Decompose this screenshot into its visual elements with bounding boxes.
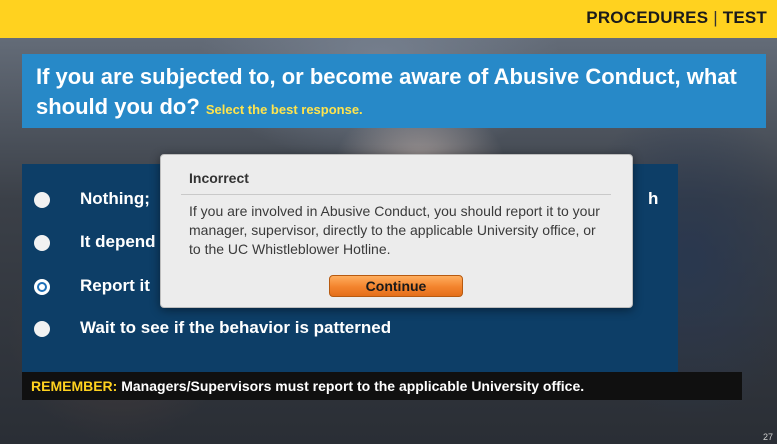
remember-banner: REMEMBER: Managers/Supervisors must repo… (22, 372, 742, 400)
feedback-dialog: Incorrect If you are involved in Abusive… (160, 154, 633, 308)
header-bar: PROCEDURES | TEST (0, 0, 777, 38)
radio-button-selected-icon[interactable] (34, 279, 50, 295)
question-hint: Select the best response. (205, 102, 363, 117)
header-mode: TEST (722, 8, 767, 27)
radio-button-icon[interactable] (34, 192, 50, 208)
answer-option-label: Report it (80, 276, 150, 295)
remember-message: Managers/Supervisors must report to the … (121, 378, 585, 394)
radio-button-icon[interactable] (34, 321, 50, 337)
header-section: PROCEDURES (586, 8, 709, 27)
answer-option-label-trailing: h (648, 189, 659, 208)
question-prompt: If you are subjected to, or become aware… (36, 64, 737, 119)
answer-option-label: Wait to see if the behavior is patterned (80, 318, 392, 337)
question-text: If you are subjected to, or become aware… (36, 62, 756, 125)
header-separator: | (713, 8, 718, 27)
remember-keyword: REMEMBER: (31, 378, 118, 394)
radio-button-icon[interactable] (34, 235, 50, 251)
question-panel: If you are subjected to, or become aware… (22, 54, 766, 128)
dialog-title: Incorrect (189, 170, 249, 186)
answer-option-label: It depend (80, 232, 156, 251)
slide-number: 27 (762, 432, 773, 442)
remember-text: REMEMBER: Managers/Supervisors must repo… (31, 378, 584, 394)
header-title: PROCEDURES | TEST (586, 8, 767, 28)
answer-option-4[interactable]: Wait to see if the behavior is patterned (32, 314, 672, 344)
answer-option-label: Nothing; (80, 189, 150, 208)
continue-button[interactable]: Continue (329, 275, 463, 297)
dialog-message: If you are involved in Abusive Conduct, … (189, 203, 600, 257)
dialog-divider (181, 194, 611, 195)
